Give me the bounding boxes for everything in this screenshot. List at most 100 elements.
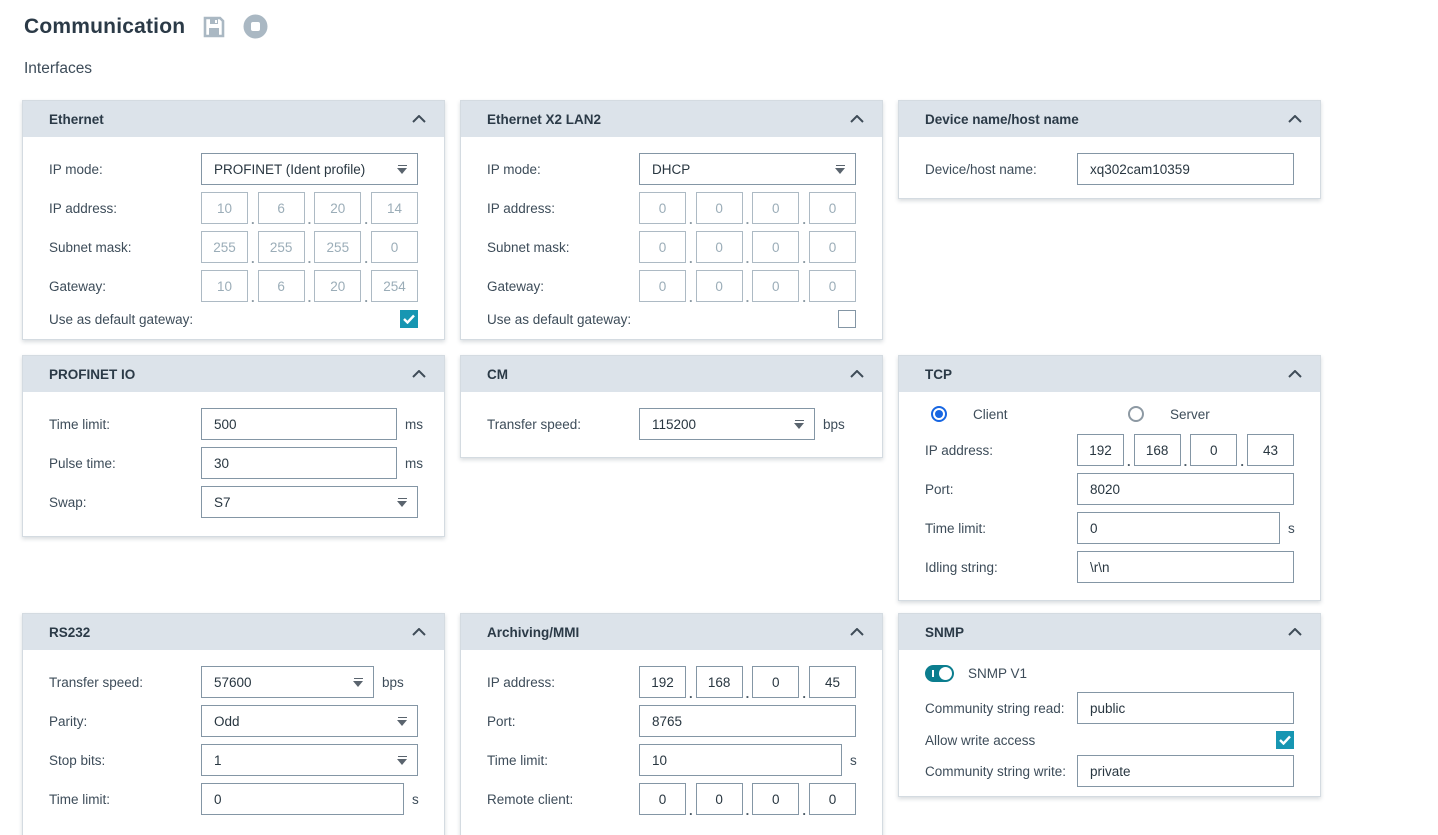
field-label: Transfer speed: xyxy=(487,416,582,432)
gateway-octet-1[interactable] xyxy=(201,270,248,302)
ip-octet-4[interactable] xyxy=(808,666,856,698)
snmp-v1-toggle[interactable] xyxy=(925,664,954,682)
subnet-octet-2[interactable] xyxy=(695,231,743,263)
chevron-up-icon[interactable] xyxy=(1286,368,1304,380)
gateway-octet-3[interactable] xyxy=(752,270,800,302)
chevron-up-icon[interactable] xyxy=(410,626,428,638)
pulse-time-input[interactable] xyxy=(201,447,397,479)
time-limit-input[interactable] xyxy=(639,744,842,776)
remote-octet-4[interactable] xyxy=(808,783,856,815)
ip-octet-1[interactable] xyxy=(1077,434,1124,466)
dropdown-arrow-icon xyxy=(835,164,845,174)
port-input[interactable] xyxy=(1077,473,1294,505)
dropdown-arrow-icon xyxy=(397,755,407,765)
chevron-up-icon[interactable] xyxy=(848,368,866,380)
gateway-octet-1[interactable] xyxy=(639,270,686,302)
ip-octet-2[interactable] xyxy=(1133,434,1181,466)
remote-octet-2[interactable] xyxy=(695,783,743,815)
field-label: Swap: xyxy=(49,494,87,510)
gateway-octet-3[interactable] xyxy=(314,270,362,302)
gateway-octet-4[interactable] xyxy=(370,270,418,302)
subnet-octet-1[interactable] xyxy=(639,231,686,263)
subnet-octet-1[interactable] xyxy=(201,231,248,263)
subnet-octet-3[interactable] xyxy=(314,231,362,263)
transfer-speed-select[interactable]: 115200 xyxy=(639,408,815,440)
idling-string-input[interactable] xyxy=(1077,551,1294,583)
unit-label: ms xyxy=(405,416,423,432)
time-limit-input[interactable] xyxy=(201,408,397,440)
ip-octet-1[interactable] xyxy=(639,666,686,698)
transfer-speed-select[interactable]: 57600 xyxy=(201,666,374,698)
field-label: Pulse time: xyxy=(49,455,116,471)
panel-profinet-io-header[interactable]: PROFINET IO xyxy=(23,356,444,392)
remote-client-octets: . . . xyxy=(639,783,856,817)
chevron-up-icon[interactable] xyxy=(848,113,866,125)
remote-octet-3[interactable] xyxy=(752,783,800,815)
field-label: IP address: xyxy=(49,200,118,216)
gateway-octet-4[interactable] xyxy=(808,270,856,302)
chevron-up-icon[interactable] xyxy=(848,626,866,638)
gateway-octet-2[interactable] xyxy=(695,270,743,302)
save-button[interactable] xyxy=(203,16,225,38)
swap-select[interactable]: S7 xyxy=(201,486,418,518)
use-default-gateway-checkbox[interactable] xyxy=(400,310,418,328)
field-label: Community string write: xyxy=(925,763,1067,779)
ip-octet-2[interactable] xyxy=(695,192,743,224)
ip-address-octets: . . . xyxy=(1077,434,1294,468)
time-limit-input[interactable] xyxy=(1077,512,1280,544)
ip-mode-select[interactable]: PROFINET (Ident profile) xyxy=(201,153,418,185)
ip-octet-1[interactable] xyxy=(639,192,686,224)
ip-octet-3[interactable] xyxy=(314,192,362,224)
field-label: Port: xyxy=(925,481,954,497)
server-radio[interactable] xyxy=(1128,406,1144,422)
chevron-up-icon[interactable] xyxy=(410,113,428,125)
ip-octet-4[interactable] xyxy=(808,192,856,224)
community-string-write-input[interactable] xyxy=(1077,755,1294,787)
subnet-octet-3[interactable] xyxy=(752,231,800,263)
panel-archiving-mmi-header[interactable]: Archiving/MMI xyxy=(461,614,882,650)
port-input[interactable] xyxy=(639,705,856,737)
panel-snmp-header[interactable]: SNMP xyxy=(899,614,1320,650)
field-label: Use as default gateway: xyxy=(49,311,194,327)
ip-octet-4[interactable] xyxy=(370,192,418,224)
check-icon xyxy=(1279,735,1291,745)
stop-bits-select[interactable]: 1 xyxy=(201,744,418,776)
chevron-up-icon[interactable] xyxy=(410,368,428,380)
use-default-gateway-checkbox[interactable] xyxy=(838,310,856,328)
subnet-mask-octets: . . . xyxy=(201,231,418,265)
device-host-name-input[interactable] xyxy=(1077,153,1294,185)
gateway-octet-2[interactable] xyxy=(257,270,305,302)
snmp-v1-label: SNMP V1 xyxy=(968,665,1028,681)
client-radio[interactable] xyxy=(931,406,947,422)
allow-write-access-checkbox[interactable] xyxy=(1276,731,1294,749)
chevron-up-icon[interactable] xyxy=(1286,626,1304,638)
panel-device-name-header[interactable]: Device name/host name xyxy=(899,101,1320,137)
parity-select[interactable]: Odd xyxy=(201,705,418,737)
community-string-read-input[interactable] xyxy=(1077,692,1294,724)
subnet-octet-2[interactable] xyxy=(257,231,305,263)
panel-ethernet-x2-header[interactable]: Ethernet X2 LAN2 xyxy=(461,101,882,137)
panel-rs232-header[interactable]: RS232 xyxy=(23,614,444,650)
ip-octet-3[interactable] xyxy=(1190,434,1238,466)
panel-tcp-header[interactable]: TCP xyxy=(899,356,1320,392)
remote-octet-1[interactable] xyxy=(639,783,686,815)
subnet-octet-4[interactable] xyxy=(808,231,856,263)
field-label: IP address: xyxy=(487,674,556,690)
ip-octet-3[interactable] xyxy=(752,666,800,698)
stop-button[interactable] xyxy=(243,14,268,39)
ip-mode-select[interactable]: DHCP xyxy=(639,153,856,185)
chevron-up-icon[interactable] xyxy=(1286,113,1304,125)
ip-octet-1[interactable] xyxy=(201,192,248,224)
ip-octet-3[interactable] xyxy=(752,192,800,224)
panel-cm-header[interactable]: CM xyxy=(461,356,882,392)
time-limit-input[interactable] xyxy=(201,783,404,815)
field-label: Time limit: xyxy=(49,791,110,807)
subnet-octet-4[interactable] xyxy=(370,231,418,263)
panel-ethernet-header[interactable]: Ethernet xyxy=(23,101,444,137)
ip-octet-4[interactable] xyxy=(1246,434,1294,466)
stop-circle-icon xyxy=(243,14,268,39)
dropdown-arrow-icon xyxy=(353,677,363,687)
ip-octet-2[interactable] xyxy=(695,666,743,698)
panel-snmp: SNMP SNMP V1 Community string read: Allo… xyxy=(898,613,1321,797)
ip-octet-2[interactable] xyxy=(257,192,305,224)
